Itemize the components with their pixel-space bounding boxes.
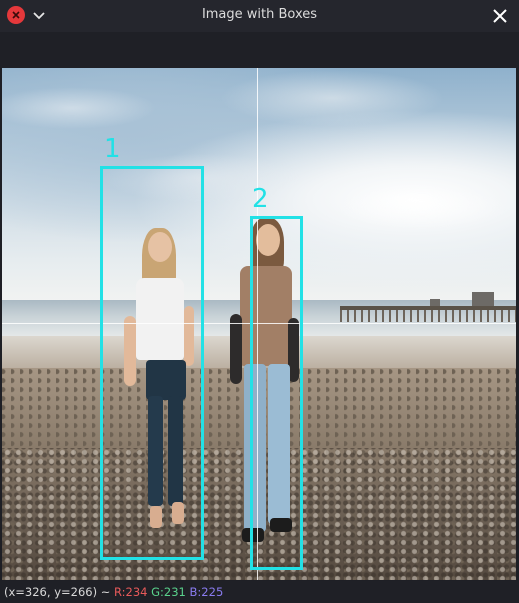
pixel-red-value: R:234 — [114, 585, 148, 599]
window-title: Image with Boxes — [201, 7, 318, 22]
bounding-box-2-label: 2 — [252, 184, 269, 214]
toolbar-area — [0, 32, 519, 68]
pixel-blue-value: B:225 — [189, 585, 224, 599]
photo-pier — [340, 292, 516, 322]
pixel-green-value: G:231 — [151, 585, 186, 599]
cursor-coordinates: (x=326, y=266) ~ — [4, 585, 111, 599]
title-bar: Image with Boxes — [0, 0, 519, 32]
bounding-box-1[interactable] — [100, 166, 204, 560]
bounding-box-1-label: 1 — [104, 134, 121, 164]
x-icon[interactable] — [491, 7, 509, 25]
status-bar: (x=326, y=266) ~ R:234 G:231 B:225 — [0, 581, 519, 603]
image-canvas[interactable]: 1 2 — [2, 68, 516, 580]
bounding-box-2[interactable] — [250, 216, 303, 570]
